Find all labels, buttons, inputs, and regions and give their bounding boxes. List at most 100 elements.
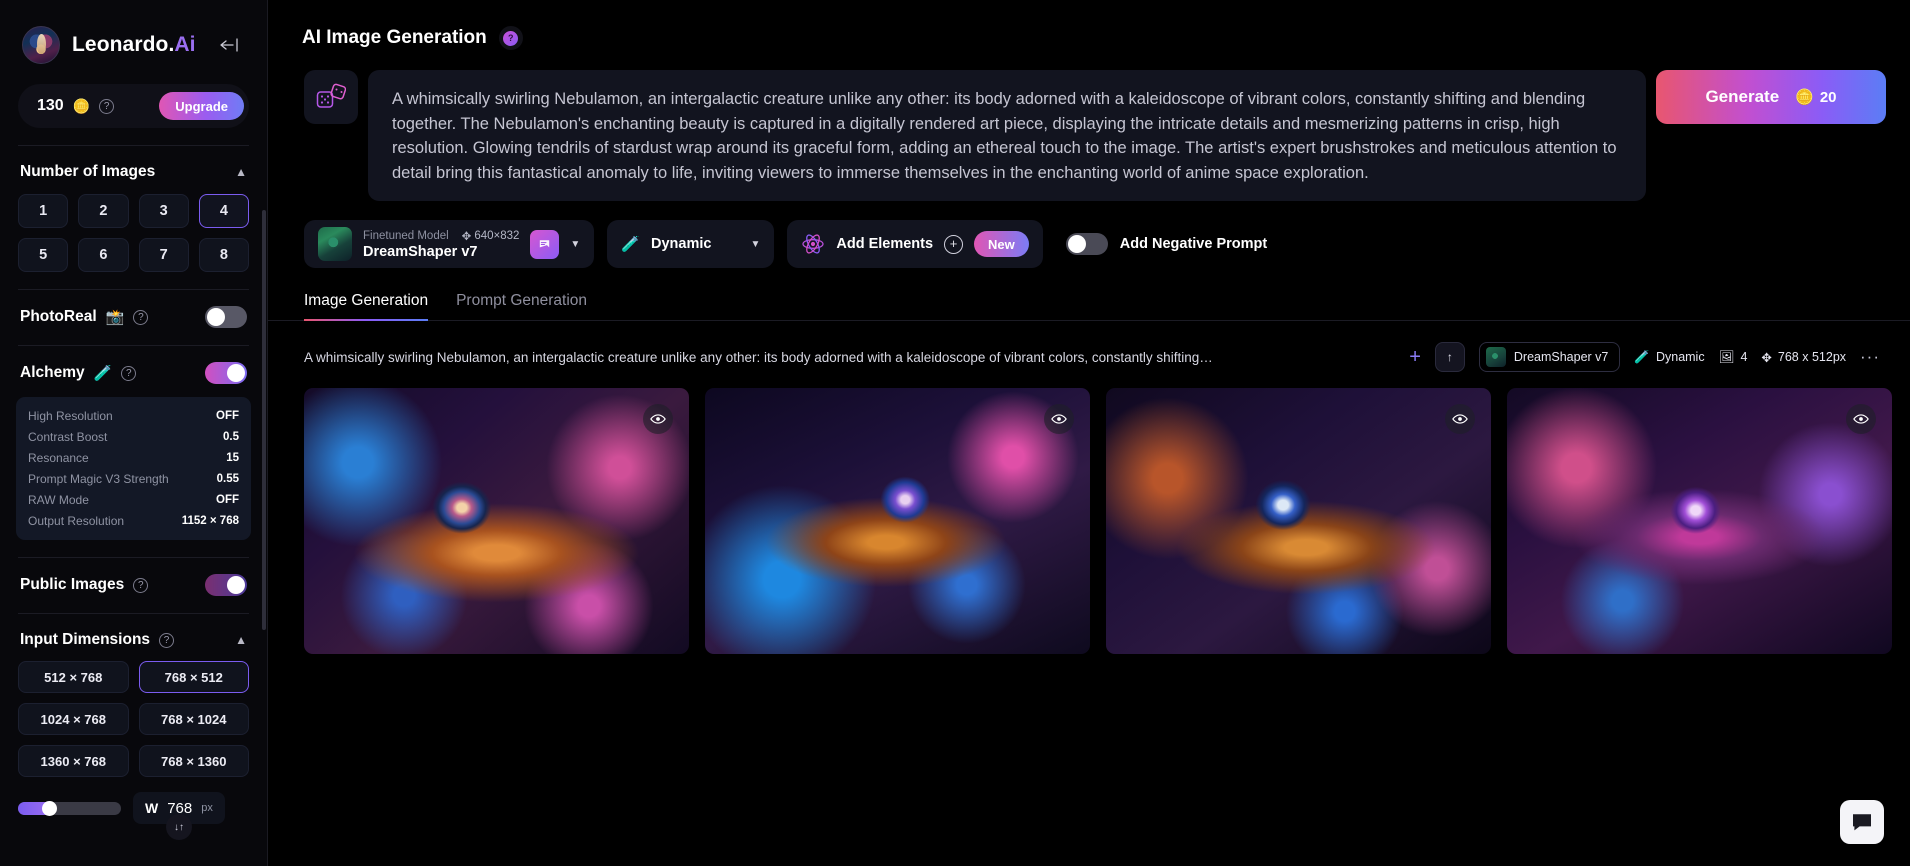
prompt-row: A whimsically swirling Nebulamon, an int… <box>268 50 1910 202</box>
move-arrows-icon: ✥ <box>1761 350 1772 365</box>
add-elements-label: Add Elements <box>836 236 934 253</box>
collapse-left-icon[interactable] <box>215 31 243 59</box>
number-of-images-grid: 1 2 3 4 5 6 7 8 <box>0 181 267 272</box>
flask-icon: 🧪 <box>1634 349 1650 364</box>
model-card-icon[interactable] <box>530 229 560 259</box>
generated-image-4[interactable] <box>1507 388 1892 655</box>
alchemy-setting-value: OFF <box>216 409 239 422</box>
eye-icon[interactable] <box>1044 404 1074 435</box>
num-images-option-8[interactable]: 8 <box>198 238 249 272</box>
dimension-preset-1360x768[interactable]: 1360 × 768 <box>18 745 129 777</box>
alchemy-toggle[interactable] <box>205 362 247 384</box>
model-dimensions: ✥ 640×832 <box>462 229 520 243</box>
page-header: AI Image Generation ? <box>268 0 1910 50</box>
dimension-preset-512x768[interactable]: 512 × 768 <box>18 661 129 693</box>
input-dimensions-question-icon[interactable]: ? <box>159 632 175 648</box>
result-image-count-value: 4 <box>1740 350 1748 365</box>
chat-bubble-icon[interactable] <box>1840 800 1884 844</box>
preset-label: Dynamic <box>651 236 712 253</box>
generated-image-1[interactable] <box>304 388 689 655</box>
preset-selector[interactable]: 🧪 Dynamic ▼ <box>607 220 775 269</box>
photoreal-question-icon[interactable]: ? <box>133 309 149 325</box>
plus-circle-icon[interactable]: + <box>944 234 964 254</box>
photoreal-toggle[interactable] <box>205 306 247 328</box>
plus-icon[interactable]: + <box>1409 346 1421 369</box>
dice-glyph <box>316 83 346 108</box>
num-images-option-7[interactable]: 7 <box>138 238 189 272</box>
number-of-images-header: Number of Images ▲ <box>0 146 267 181</box>
prompt-text[interactable]: A whimsically swirling Nebulamon, an int… <box>392 87 1622 185</box>
sidebar: Leonardo.Ai 130 🪙 ? Upgrade Number of Im… <box>0 0 268 866</box>
question-badge-icon[interactable]: ? <box>498 26 523 50</box>
images-icon: 🖼 <box>1718 349 1735 364</box>
new-badge: New <box>974 231 1029 258</box>
slider-thumb[interactable] <box>42 800 57 816</box>
model-selector[interactable]: Finetuned Model ✥ 640×832 DreamShaper v7 … <box>304 220 595 269</box>
width-input-box[interactable]: W 768 px ↓↑ <box>133 792 225 840</box>
model-caption: Finetuned Model <box>363 229 449 242</box>
dice-icon[interactable] <box>304 70 358 124</box>
flask-icon: 🧪 <box>93 364 113 382</box>
eye-icon[interactable] <box>1445 404 1475 435</box>
generated-image-2[interactable] <box>705 388 1090 655</box>
num-images-option-5[interactable]: 5 <box>18 238 69 272</box>
generate-button[interactable]: Generate 🪙 20 <box>1656 70 1886 124</box>
model-info: Finetuned Model ✥ 640×832 DreamShaper v7 <box>363 229 519 260</box>
alchemy-label: Alchemy <box>20 364 85 381</box>
alchemy-setting-row: Contrast Boost 0.5 <box>28 426 239 447</box>
main-content: AI Image Generation ? A whimsically swir… <box>268 0 1910 866</box>
generate-cost-value: 20 <box>1819 88 1837 106</box>
chevron-up-icon[interactable]: ▲ <box>235 165 247 179</box>
eye-icon[interactable] <box>1846 404 1876 435</box>
alchemy-setting-row: RAW Mode OFF <box>28 489 239 510</box>
upgrade-button[interactable]: Upgrade <box>159 92 244 120</box>
num-images-option-1[interactable]: 1 <box>18 194 69 228</box>
num-images-option-3[interactable]: 3 <box>138 194 189 228</box>
dimension-preset-768x1024[interactable]: 768 × 1024 <box>138 703 249 735</box>
width-slider[interactable] <box>18 800 121 816</box>
prompt-input[interactable]: A whimsically swirling Nebulamon, an int… <box>368 70 1646 202</box>
negative-prompt-toggle[interactable] <box>1065 233 1108 256</box>
input-dimensions-header: Input Dimensions ? ▲ <box>0 614 267 649</box>
toggle-knob <box>227 576 245 594</box>
swap-vertical-icon[interactable]: ↓↑ <box>165 814 192 840</box>
negative-prompt-label: Add Negative Prompt <box>1119 236 1268 253</box>
dimension-preset-768x512[interactable]: 768 × 512 <box>138 661 249 693</box>
public-images-question-icon[interactable]: ? <box>133 577 149 593</box>
model-name: DreamShaper v7 <box>363 243 478 260</box>
result-model-chip[interactable]: DreamShaper v7 <box>1478 342 1621 373</box>
credits-question-icon[interactable]: ? <box>99 98 115 114</box>
move-arrows-icon: ✥ <box>461 230 472 243</box>
add-elements-button[interactable]: Add Elements + New <box>787 220 1043 269</box>
public-images-label: Public Images <box>20 576 125 593</box>
num-images-option-2[interactable]: 2 <box>78 194 129 228</box>
more-horizontal-icon[interactable]: ··· <box>1860 347 1880 367</box>
alchemy-question-icon[interactable]: ? <box>121 365 137 381</box>
dimension-preset-1024x768[interactable]: 1024 × 768 <box>18 703 129 735</box>
public-images-row: Public Images ? <box>0 558 267 596</box>
alchemy-setting-label: Prompt Magic V3 Strength <box>28 471 169 486</box>
chevron-down-icon[interactable]: ▼ <box>570 239 580 250</box>
leonardo-avatar-logo <box>22 26 60 64</box>
result-meta-row: A whimsically swirling Nebulamon, an int… <box>268 321 1910 373</box>
model-thumbnail <box>318 227 352 262</box>
num-images-option-4[interactable]: 4 <box>198 194 249 228</box>
public-images-toggle[interactable] <box>205 574 247 596</box>
dimension-preset-768x1360[interactable]: 768 × 1360 <box>138 745 249 777</box>
num-images-option-6[interactable]: 6 <box>78 238 129 272</box>
sidebar-scrollbar[interactable] <box>262 210 266 630</box>
chevron-down-icon[interactable]: ▼ <box>750 239 760 250</box>
tab-image-generation[interactable]: Image Generation <box>304 292 429 322</box>
camera-icon: 📸 <box>105 308 125 326</box>
coins-icon: 🪙 <box>1795 89 1814 106</box>
credits-pill: 130 🪙 ? Upgrade <box>18 84 249 128</box>
alchemy-setting-row: Prompt Magic V3 Strength 0.55 <box>28 468 239 489</box>
tab-prompt-generation[interactable]: Prompt Generation <box>456 292 587 321</box>
chevron-up-icon[interactable]: ▲ <box>235 633 247 647</box>
page-title: AI Image Generation <box>302 27 487 48</box>
alchemy-row: Alchemy 🧪 ? <box>0 346 267 384</box>
width-axis-label: W <box>145 800 159 816</box>
arrow-up-icon[interactable]: ↑ <box>1434 342 1465 373</box>
eye-icon[interactable] <box>643 404 673 435</box>
generated-image-3[interactable] <box>1106 388 1491 655</box>
